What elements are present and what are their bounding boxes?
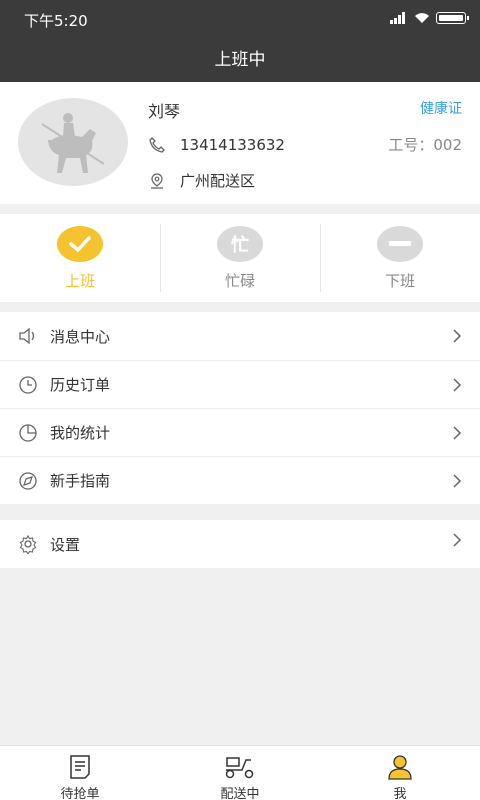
gear-icon — [18, 534, 38, 554]
scooter-icon — [160, 752, 320, 782]
status-on-duty-label: 上班 — [64, 272, 95, 290]
menu-item-my-stats[interactable]: 我的统计 — [0, 408, 480, 456]
chevron-right-icon — [453, 329, 462, 343]
phone-icon — [149, 137, 165, 153]
tab-label: 配送中 — [220, 787, 260, 800]
compass-icon — [18, 471, 38, 491]
tab-me[interactable]: 我 — [320, 746, 480, 800]
menu-item-label: 新手指南 — [50, 472, 111, 490]
check-icon — [57, 226, 103, 262]
status-off-duty-label: 下班 — [384, 272, 415, 290]
chevron-right-icon — [453, 474, 462, 488]
work-id: 工号：002 — [388, 136, 462, 154]
pie-chart-icon — [18, 423, 38, 443]
tab-label: 待抢单 — [60, 787, 100, 800]
location-row: 广州配送区 — [148, 170, 255, 191]
busy-icon: 忙 — [217, 226, 263, 262]
menu-item-history-orders[interactable]: 历史订单 — [0, 360, 480, 408]
chevron-right-icon — [453, 426, 462, 440]
menu-item-label: 我的统计 — [50, 424, 111, 442]
busy-icon-glyph: 忙 — [231, 235, 249, 256]
tab-delivering[interactable]: 配送中 — [160, 746, 320, 800]
chevron-right-icon — [453, 533, 462, 547]
order-list-icon — [0, 752, 160, 782]
profile-card: 刘琴 健康证 13414133632 工号：002 广州配送区 — [0, 82, 480, 204]
knight-icon — [41, 113, 105, 173]
user-name: 刘琴 — [148, 102, 181, 121]
status-busy[interactable]: 忙 忙碌 — [160, 214, 320, 302]
health-certificate-link[interactable]: 健康证 — [420, 98, 462, 118]
status-bar: 下午5:20 — [0, 0, 480, 40]
menu-item-settings[interactable]: 设置 — [0, 520, 480, 568]
battery-icon — [436, 12, 469, 24]
menu-item-label: 历史订单 — [50, 376, 111, 394]
phone-number: 13414133632 — [180, 136, 285, 154]
bottom-tab-bar: 待抢单 配送中 我 — [0, 745, 480, 800]
minus-icon — [377, 226, 423, 262]
system-icons — [390, 12, 469, 24]
speaker-icon — [18, 326, 38, 346]
status-busy-label: 忙碌 — [224, 272, 255, 290]
menu-group-main: 消息中心 历史订单 我的统计 新手指南 — [0, 312, 480, 504]
chevron-right-icon — [453, 378, 462, 392]
menu-item-beginner-guide[interactable]: 新手指南 — [0, 456, 480, 504]
work-status-panel: 上班 忙 忙碌 下班 — [0, 214, 480, 302]
wifi-icon — [415, 13, 429, 23]
tab-grab-orders[interactable]: 待抢单 — [0, 746, 160, 800]
location-pin-icon — [151, 172, 163, 189]
delivery-area: 广州配送区 — [180, 172, 256, 190]
menu-item-messages[interactable]: 消息中心 — [0, 312, 480, 360]
clock: 下午5:20 — [24, 12, 88, 30]
status-on-duty[interactable]: 上班 — [0, 214, 160, 302]
menu-item-label: 消息中心 — [50, 327, 111, 346]
page-title: 上班中 — [0, 40, 480, 82]
tab-label: 我 — [393, 787, 407, 800]
clock-icon — [18, 375, 38, 395]
phone-row: 13414133632 — [148, 136, 285, 154]
menu-group-settings: 设置 — [0, 520, 480, 568]
status-off-duty[interactable]: 下班 — [320, 214, 480, 302]
menu-item-label: 设置 — [50, 535, 81, 554]
avatar[interactable] — [18, 98, 128, 186]
signal-icon — [390, 12, 408, 24]
user-icon — [320, 752, 480, 782]
